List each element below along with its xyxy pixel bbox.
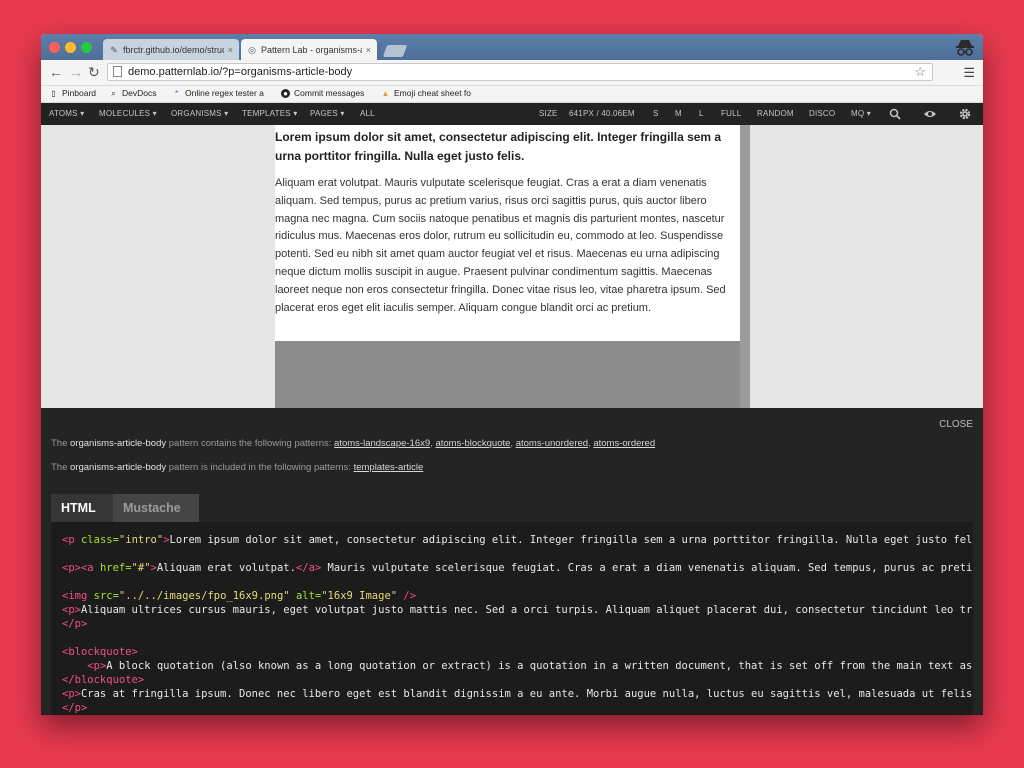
- reload-icon[interactable]: ↻: [88, 63, 100, 81]
- nav-organisms[interactable]: ORGANISMS ▾: [171, 103, 228, 125]
- code-view: <p class="intro">Lorem ipsum dolor sit a…: [51, 522, 973, 715]
- incognito-icon: [956, 40, 974, 56]
- page-icon: [113, 66, 122, 77]
- menu-icon[interactable]: ☰: [963, 65, 975, 81]
- browser-tab-1[interactable]: ✎ fbrctr.github.io/demo/struc ×: [103, 39, 239, 60]
- regex-icon: *: [174, 88, 179, 98]
- mq-button[interactable]: MQ ▾: [851, 103, 871, 125]
- code-line: <blockquote>: [62, 646, 138, 658]
- bookmark-label: Pinboard: [62, 88, 97, 98]
- info-prefix: The: [51, 462, 68, 473]
- bookmark-emoji[interactable]: ▲ Emoji cheat sheet fo: [381, 88, 471, 98]
- browser-tab-2[interactable]: ◎ Pattern Lab - organisms-a ×: [241, 39, 377, 60]
- nav-molecules[interactable]: MOLECULES ▾: [99, 103, 157, 125]
- pattern-name: organisms-article-body: [70, 462, 167, 473]
- new-tab-button[interactable]: [382, 45, 408, 57]
- size-label: SIZE: [539, 109, 558, 118]
- code-line: <p>Aliquam ultrices cursus mauris, eget …: [62, 604, 973, 616]
- browser-window: ✎ fbrctr.github.io/demo/struc × ◎ Patter…: [41, 34, 983, 715]
- code-line: <img src="../../images/fpo_16x9.png" alt…: [62, 590, 417, 602]
- tab-title: Pattern Lab - organisms-a: [261, 44, 362, 55]
- forward-arrow-icon[interactable]: →: [69, 63, 83, 81]
- pattern-link[interactable]: atoms-blockquote: [435, 438, 510, 449]
- bookmark-label: Emoji cheat sheet fo: [394, 88, 472, 98]
- nav-templates[interactable]: TEMPLATES ▾: [242, 103, 297, 125]
- tab-title: fbrctr.github.io/demo/struc: [123, 44, 224, 55]
- disco-button[interactable]: DISCO: [809, 103, 835, 125]
- close-panel-button[interactable]: CLOSE: [939, 419, 973, 430]
- size-value[interactable]: 641PX / 40.06EM: [569, 103, 635, 125]
- code-line: <p>A block quotation (also known as a lo…: [87, 660, 973, 672]
- size-small-button[interactable]: S: [653, 103, 659, 125]
- pattern-link[interactable]: templates-article: [354, 462, 424, 473]
- size-medium-button[interactable]: M: [675, 103, 682, 125]
- pattern-included-info: The organisms-article-body pattern is in…: [51, 462, 423, 473]
- tab-mustache[interactable]: Mustache: [113, 494, 199, 522]
- url-text: demo.patternlab.io/?p=organisms-article-…: [128, 66, 353, 78]
- maximize-window-button[interactable]: [81, 42, 92, 53]
- tab-html[interactable]: HTML: [51, 494, 113, 522]
- page-icon: ▯: [51, 88, 56, 98]
- bookmarks-bar: ▯ Pinboard ⌕ DevDocs * Online regex test…: [41, 86, 983, 103]
- code-line: <p><a href="#">Aliquam erat volutpat.</a…: [62, 562, 973, 574]
- search-icon: ⌕: [111, 88, 116, 98]
- pattern-link[interactable]: atoms-unordered: [516, 438, 588, 449]
- bookmark-label: Online regex tester a: [185, 88, 264, 98]
- bookmark-label: DevDocs: [122, 88, 157, 98]
- bookmark-devdocs[interactable]: ⌕ DevDocs: [109, 88, 156, 98]
- tab-bar: ✎ fbrctr.github.io/demo/struc × ◎ Patter…: [41, 34, 983, 60]
- info-text: pattern is included in the following pat…: [168, 462, 351, 473]
- size-random-button[interactable]: RANDOM: [757, 103, 794, 125]
- code-line: </p>: [62, 618, 88, 630]
- size-full-button[interactable]: FULL: [721, 103, 741, 125]
- nav-atoms[interactable]: ATOMS ▾: [49, 103, 84, 125]
- thumbs-up-icon: ▲: [381, 88, 390, 98]
- info-prefix: The: [51, 438, 68, 449]
- bookmark-pinboard[interactable]: ▯ Pinboard: [49, 88, 96, 98]
- nav-all[interactable]: ALL: [360, 103, 375, 125]
- bookmark-regex[interactable]: * Online regex tester a: [172, 88, 264, 98]
- code-line: <p>Cras at fringilla ipsum. Donec nec li…: [62, 688, 973, 700]
- code-line: </blockquote>: [62, 674, 145, 686]
- image-placeholder: [275, 341, 740, 408]
- article-intro: Lorem ipsum dolor sit amet, consectetur …: [275, 130, 722, 163]
- viewport-resize-handle[interactable]: [740, 125, 750, 408]
- code-line: </p>: [62, 702, 88, 714]
- close-window-button[interactable]: [49, 42, 60, 53]
- info-text: pattern contains the following patterns:: [168, 438, 332, 449]
- address-bar[interactable]: demo.patternlab.io/?p=organisms-article-…: [107, 63, 933, 81]
- nav-pages[interactable]: PAGES ▾: [310, 103, 345, 125]
- close-icon[interactable]: ×: [228, 45, 233, 55]
- close-icon[interactable]: ×: [366, 45, 371, 55]
- pattern-viewport: Lorem ipsum dolor sit amet, consectetur …: [41, 125, 983, 408]
- size-large-button[interactable]: L: [699, 103, 704, 125]
- pattern-link[interactable]: atoms-ordered: [593, 438, 655, 449]
- bookmark-commit-messages[interactable]: ● Commit messages: [281, 88, 364, 98]
- eye-icon[interactable]: [923, 109, 937, 119]
- navigation-bar: ← → ↻ demo.patternlab.io/?p=organisms-ar…: [41, 60, 983, 86]
- article-paragraph: Aliquam erat volutpat. Mauris vulputate …: [275, 177, 726, 314]
- pattern-lab-icon: ◎: [248, 44, 256, 55]
- github-icon: ●: [281, 88, 290, 98]
- code-line: <p class="intro">Lorem ipsum dolor sit a…: [62, 534, 973, 546]
- pattern-link[interactable]: atoms-landscape-16x9: [334, 438, 430, 449]
- bookmark-label: Commit messages: [294, 88, 365, 98]
- code-panel: CLOSE The organisms-article-body pattern…: [41, 408, 983, 715]
- gear-icon[interactable]: [959, 108, 971, 120]
- back-arrow-icon[interactable]: ←: [49, 63, 63, 81]
- bookmark-star-icon[interactable]: ☆: [914, 64, 926, 80]
- search-icon[interactable]: [889, 108, 901, 120]
- pattern-contains-info: The organisms-article-body pattern conta…: [51, 438, 656, 449]
- page-icon: ✎: [110, 44, 118, 55]
- pattern-lab-toolbar: ATOMS ▾ MOLECULES ▾ ORGANISMS ▾ TEMPLATE…: [41, 103, 983, 125]
- pattern-name: organisms-article-body: [70, 438, 167, 449]
- minimize-window-button[interactable]: [65, 42, 76, 53]
